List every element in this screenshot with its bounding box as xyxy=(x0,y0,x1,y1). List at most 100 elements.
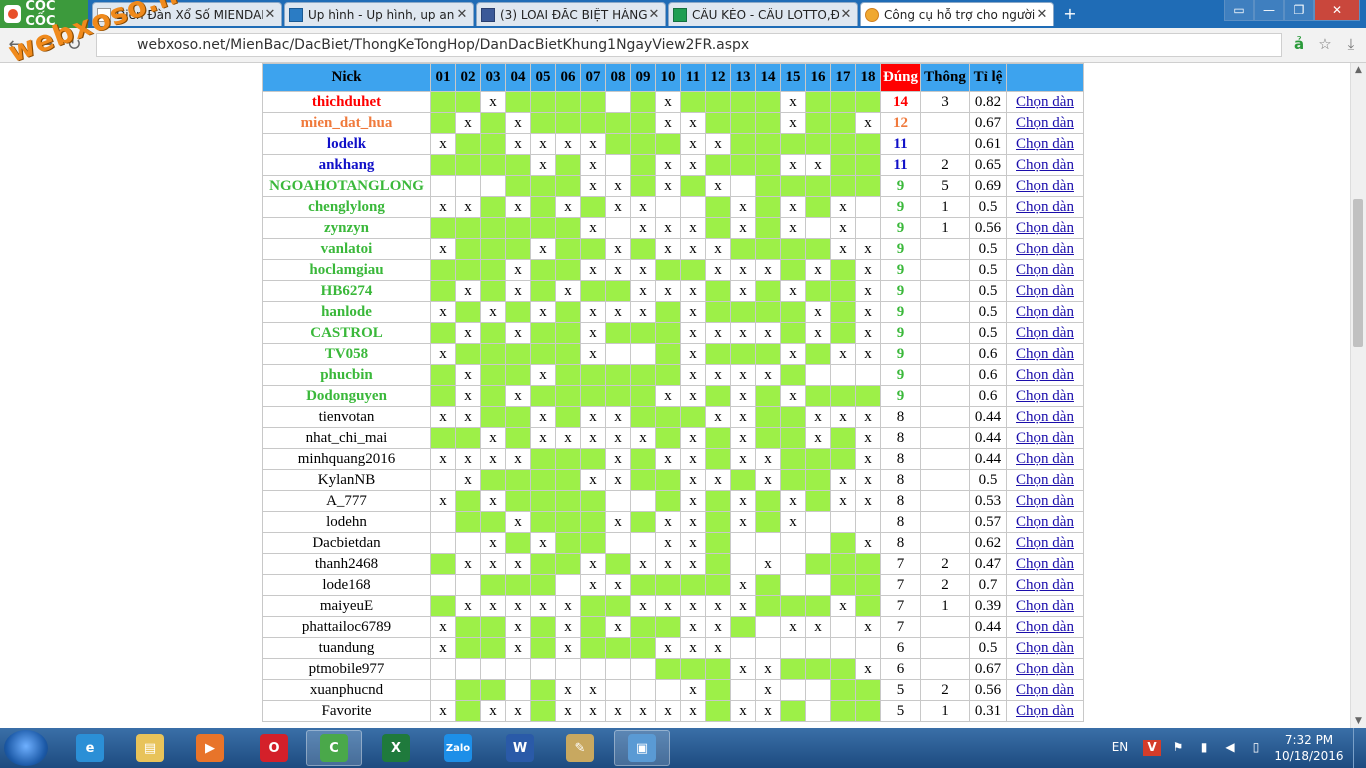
dung-cell: 8 xyxy=(880,532,921,554)
nick-cell: phucbin xyxy=(262,364,431,386)
menu-icon[interactable]: ▭ xyxy=(1224,0,1254,21)
taskbar-app-button[interactable]: e xyxy=(62,730,118,766)
thong-cell: 1 xyxy=(920,196,970,218)
battery-icon[interactable]: ▯ xyxy=(1247,740,1265,756)
clock[interactable]: 7:32 PM 10/18/2016 xyxy=(1269,732,1349,764)
day-cell: x xyxy=(680,133,706,155)
day-cell: x xyxy=(830,343,856,365)
show-desktop-button[interactable] xyxy=(1353,728,1366,768)
day-cell: x xyxy=(680,469,706,491)
taskbar-app-button[interactable]: ▤ xyxy=(122,730,178,766)
close-icon[interactable]: ✕ xyxy=(455,7,469,22)
bookmark-star-icon[interactable]: ☆ xyxy=(1314,35,1336,55)
chon-dan-link[interactable]: Chọn dàn xyxy=(1016,115,1074,131)
tile-cell: 0.69 xyxy=(969,175,1007,197)
day-cell: x xyxy=(680,553,706,575)
chon-dan-link[interactable]: Chọn dàn xyxy=(1016,514,1074,530)
chon-dan-link[interactable]: Chọn dàn xyxy=(1016,325,1074,341)
taskbar-app-button[interactable]: X xyxy=(368,730,424,766)
chon-dan-link[interactable]: Chọn dàn xyxy=(1016,157,1074,173)
taskbar-app-button[interactable]: Zalo xyxy=(430,730,486,766)
opera-icon: O xyxy=(260,734,288,762)
day-cell: x xyxy=(455,364,481,386)
taskbar-app-button[interactable]: W xyxy=(492,730,548,766)
chon-dan-link[interactable]: Chọn dàn xyxy=(1016,451,1074,467)
chon-dan-link[interactable]: Chọn dàn xyxy=(1016,430,1074,446)
chon-dan-link[interactable]: Chọn dàn xyxy=(1016,136,1074,152)
scroll-down-icon[interactable]: ▼ xyxy=(1351,714,1366,728)
chon-dan-link[interactable]: Chọn dàn xyxy=(1016,409,1074,425)
close-icon[interactable]: ✕ xyxy=(647,7,661,22)
day-cell: x xyxy=(605,427,631,449)
chon-dan-link[interactable]: Chọn dàn xyxy=(1016,241,1074,257)
network-icon[interactable]: ▮ xyxy=(1195,740,1213,756)
chon-dan-link[interactable]: Chọn dàn xyxy=(1016,472,1074,488)
browser-tab[interactable]: Up hình - Up hình, up anh ✕ xyxy=(284,2,474,26)
download-icon[interactable]: ⤓ xyxy=(1340,35,1362,55)
chon-dan-link[interactable]: Chọn dàn xyxy=(1016,640,1074,656)
taskbar-app-button[interactable]: ▶ xyxy=(182,730,238,766)
chon-dan-link[interactable]: Chọn dàn xyxy=(1016,388,1074,404)
browser-tab[interactable]: (3) LOAI ĐẮC BIỆT HÀNG N ✕ xyxy=(476,2,666,26)
day-cell xyxy=(705,490,731,512)
chon-dan-link[interactable]: Chọn dàn xyxy=(1016,577,1074,593)
chon-dan-link[interactable]: Chọn dàn xyxy=(1016,94,1074,110)
chon-dan-link[interactable]: Chọn dàn xyxy=(1016,178,1074,194)
minimize-icon[interactable]: — xyxy=(1254,0,1284,21)
close-icon[interactable]: ✕ xyxy=(1035,7,1049,22)
day-cell xyxy=(855,637,881,659)
browser-tab[interactable]: CẦU KÈO - CẦU LOTTO,ĐÁ ✕ xyxy=(668,2,858,26)
xs-icon xyxy=(865,7,879,22)
close-icon[interactable]: ✕ xyxy=(263,7,277,22)
flag-icon[interactable]: ⚑ xyxy=(1169,740,1187,756)
vertical-scrollbar[interactable]: ▲ ▼ xyxy=(1350,63,1366,728)
start-button[interactable] xyxy=(4,730,48,766)
day-cell xyxy=(530,679,556,701)
day-cell xyxy=(505,154,531,176)
chon-dan-link[interactable]: Chọn dàn xyxy=(1016,556,1074,572)
tray-v-icon[interactable]: V xyxy=(1143,740,1161,756)
chon-dan-link[interactable]: Chọn dàn xyxy=(1016,346,1074,362)
chon-dan-link[interactable]: Chọn dàn xyxy=(1016,262,1074,278)
chon-dan-link[interactable]: Chọn dàn xyxy=(1016,661,1074,677)
taskbar-app-button[interactable]: ▣ xyxy=(614,730,670,766)
day-cell: x xyxy=(430,133,456,155)
chon-dan-link[interactable]: Chọn dàn xyxy=(1016,619,1074,635)
new-tab-icon[interactable]: + xyxy=(1060,5,1080,23)
day-cell: x xyxy=(555,679,581,701)
close-icon[interactable]: ✕ xyxy=(839,7,853,22)
chon-dan-link[interactable]: Chọn dàn xyxy=(1016,682,1074,698)
maximize-icon[interactable]: ❐ xyxy=(1284,0,1314,21)
chon-dan-link[interactable]: Chọn dàn xyxy=(1016,598,1074,614)
day-cell xyxy=(755,175,781,197)
tile-cell: 0.6 xyxy=(969,343,1007,365)
scrollbar-thumb[interactable] xyxy=(1353,199,1363,347)
chon-dan-link[interactable]: Chọn dàn xyxy=(1016,220,1074,236)
scroll-up-icon[interactable]: ▲ xyxy=(1351,63,1366,77)
taskbar-app-button[interactable]: O xyxy=(246,730,302,766)
day-cell: x xyxy=(755,658,781,680)
tab-label: (3) LOAI ĐẮC BIỆT HÀNG N xyxy=(500,7,647,22)
taskbar-app-button[interactable]: C xyxy=(306,730,362,766)
day-cell xyxy=(805,490,831,512)
url-input[interactable]: webxoso.net/MienBac/DacBiet/ThongKeTongH… xyxy=(96,33,1282,57)
chon-dan-link[interactable]: Chọn dàn xyxy=(1016,703,1074,719)
day-cell xyxy=(780,700,806,722)
nick-cell: hoclamgiau xyxy=(262,259,431,281)
chon-dan-link[interactable]: Chọn dàn xyxy=(1016,367,1074,383)
volume-icon[interactable]: ◀ xyxy=(1221,740,1239,756)
chon-dan-link[interactable]: Chọn dàn xyxy=(1016,304,1074,320)
close-window-icon[interactable]: ✕ xyxy=(1314,0,1360,21)
chon-dan-link[interactable]: Chọn dàn xyxy=(1016,199,1074,215)
day-cell xyxy=(730,112,756,134)
chon-dan-link[interactable]: Chọn dàn xyxy=(1016,283,1074,299)
day-cell xyxy=(605,532,631,554)
chon-dan-cell: Chọn dàn xyxy=(1006,259,1084,281)
translate-icon[interactable]: ả xyxy=(1288,35,1310,55)
day-cell xyxy=(455,238,481,260)
language-indicator[interactable]: EN xyxy=(1105,740,1135,756)
taskbar-app-button[interactable]: ✎ xyxy=(552,730,608,766)
chon-dan-link[interactable]: Chọn dàn xyxy=(1016,535,1074,551)
browser-tab-active[interactable]: Công cụ hỗ trợ cho người ✕ xyxy=(860,2,1054,26)
chon-dan-link[interactable]: Chọn dàn xyxy=(1016,493,1074,509)
